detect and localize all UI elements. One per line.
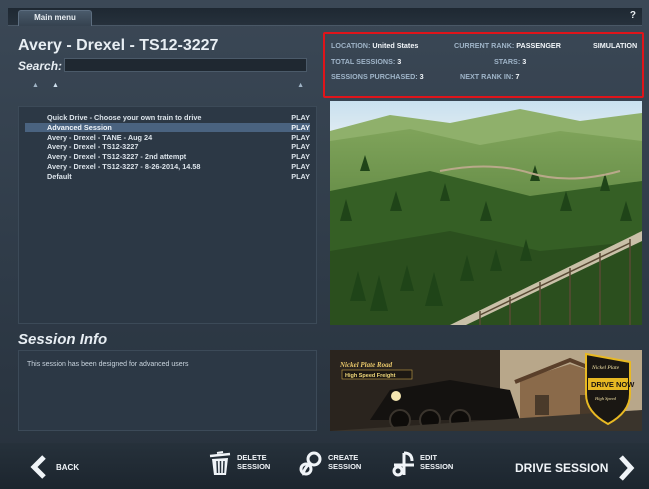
stat-location: LOCATION: United States [331,41,419,50]
drive-session-label: DRIVE SESSION [515,461,609,475]
session-play-button[interactable]: PLAY [291,162,310,171]
session-name: Advanced Session [47,122,112,132]
app-window: Main menu ? Avery - Drexel - TS12-3227 S… [0,0,649,489]
create-session-button[interactable]: CREATE SESSION [298,449,370,477]
sort-controls: ▲ ▲ ▲ [18,82,308,92]
session-list-item[interactable]: Quick Drive - Choose your own train to d… [25,113,310,122]
session-list-item[interactable]: Avery - Drexel - TS12-3227 PLAY [25,142,310,151]
search-input[interactable] [64,58,307,72]
stat-stars: STARS: 3 [494,57,527,66]
stat-next-rank: NEXT RANK IN: 7 [460,72,520,81]
stat-mode: SIMULATION [593,41,638,50]
session-play-button[interactable]: PLAY [291,113,310,122]
route-preview-image [330,101,642,325]
session-description: This session has been designed for advan… [27,361,189,368]
session-play-button[interactable]: PLAY [291,152,310,161]
stat-total-sessions: TOTAL SESSIONS: 3 [331,57,402,66]
session-info-panel: This session has been designed for advan… [18,350,317,431]
promo-banner[interactable]: Nickel Plate Road High Speed Freight Nic… [330,350,642,431]
back-label: BACK [56,463,80,472]
player-stats: LOCATION: United States CURRENT RANK: PA… [323,32,644,98]
link-edit-icon [392,451,414,477]
sort-up-icon[interactable]: ▲ [32,82,39,89]
banner-logo-line1: Nickel Plate Road [339,361,393,369]
sort-action-up-icon[interactable]: ▲ [297,82,304,89]
delete-session-button[interactable]: DELETE SESSION [207,449,277,477]
stat-sessions-purchased: SESSIONS PURCHASED: 3 [331,72,424,81]
session-name: Avery - Drexel - TS12-3227 - 8-26-2014, … [47,162,201,171]
stat-rank: CURRENT RANK: PASSENGER [454,41,561,50]
tab-main-menu[interactable]: Main menu [18,10,92,26]
session-name: Avery - Drexel - TS12-3227 [47,142,139,152]
search-label: Search: [18,59,63,73]
create-session-label: CREATE SESSION [328,453,362,471]
session-list: Quick Drive - Choose your own train to d… [18,106,317,324]
delete-session-label: DELETE SESSION [237,453,271,471]
help-button[interactable]: ? [630,10,636,21]
session-play-button[interactable]: PLAY [291,133,310,142]
drive-session-button[interactable]: DRIVE SESSION [515,455,635,481]
edit-session-button[interactable]: EDIT SESSION [390,449,460,477]
session-list-item[interactable]: Avery - Drexel - TANE - Aug 24 PLAY [25,133,310,142]
top-bar: Main menu ? [8,8,642,26]
trash-icon [209,451,231,475]
session-play-button[interactable]: PLAY [291,172,310,181]
edit-session-label: EDIT SESSION [420,453,454,471]
banner-badge-sub: High Speed [594,396,617,401]
banner-badge-main: DRIVE NOW [591,380,635,389]
session-list-item[interactable]: Avery - Drexel - TS12-3227 - 2nd attempt… [25,152,310,161]
session-list-item[interactable]: Avery - Drexel - TS12-3227 - 8-26-2014, … [25,162,310,171]
route-preview-illustration [330,101,642,325]
chevron-left-icon [30,455,46,479]
session-name: Avery - Drexel - TS12-3227 - 2nd attempt [47,152,187,162]
session-list-item[interactable]: Advanced Session PLAY [25,122,310,132]
session-name: Default [47,171,72,181]
back-button[interactable]: BACK [30,455,90,479]
banner-badge-top: Nickel Plate [591,365,620,371]
session-info-title: Session Info [18,331,108,348]
link-create-icon [299,451,322,476]
banner-logo-line2: High Speed Freight [345,373,396,379]
sort-name-up-icon[interactable]: ▲ [52,82,59,89]
promo-banner-illustration: Nickel Plate Road High Speed Freight Nic… [330,350,642,431]
chevron-right-icon [619,455,635,481]
session-play-button[interactable]: PLAY [291,123,310,132]
route-title: Avery - Drexel - TS12-3227 [18,37,219,54]
session-name: Avery - Drexel - TANE - Aug 24 [47,132,153,142]
session-play-button[interactable]: PLAY [291,142,310,151]
session-name: Quick Drive - Choose your own train to d… [47,113,202,122]
session-list-item[interactable]: Default PLAY [25,172,310,181]
